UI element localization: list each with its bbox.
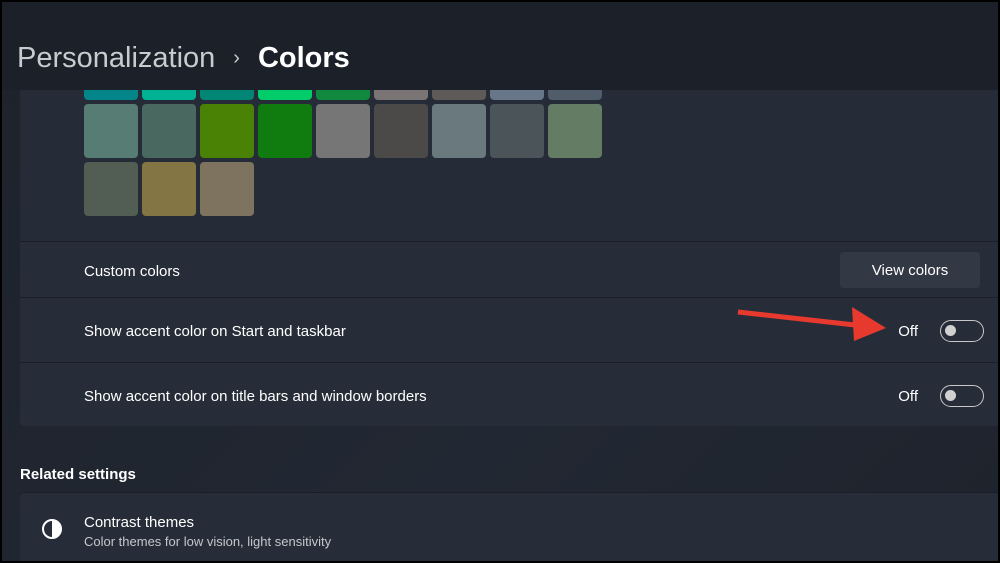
settings-window: Personalization › Colors Custom colors V… <box>2 2 998 561</box>
breadcrumb: Personalization › Colors <box>17 42 350 75</box>
page-title: Colors <box>257 42 350 74</box>
header: Personalization › Colors <box>2 2 998 90</box>
chevron-right-icon: › <box>233 47 240 69</box>
breadcrumb-personalization[interactable]: Personalization <box>17 42 215 75</box>
